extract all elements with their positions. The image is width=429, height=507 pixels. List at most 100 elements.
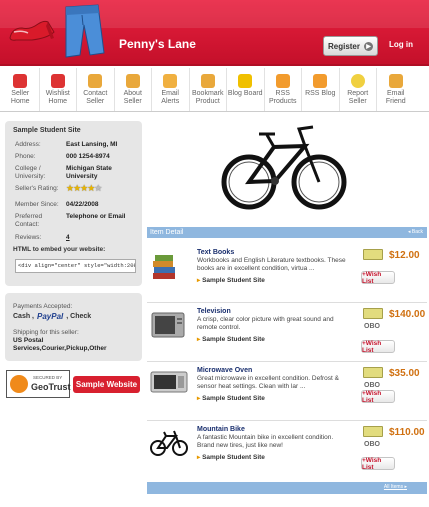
shop-title: Penny's Lane [119,37,196,51]
nav-item-blog-board[interactable]: Blog Board [227,68,265,111]
nav-label: About Seller [123,90,142,105]
featured-product-image [147,119,427,223]
folder-icon [125,74,140,88]
price-tag-icon [363,367,383,378]
geotrust-logo-icon [10,375,28,393]
nav-label: RSS Products [268,90,297,105]
star-rating: ★★★★★ [66,183,102,193]
list-item[interactable]: Television A crisp, clear color picture … [147,304,427,362]
embed-code-field[interactable]: <div align="center" style="width:208px [15,259,136,273]
reviews-link[interactable]: 4 [66,234,70,241]
toolbar-nav: Seller Home Wishlist Home Contact Seller… [0,68,429,112]
sample-website-badge[interactable]: Sample Website [73,376,140,393]
obo-label: OBO [364,323,380,330]
item-title[interactable]: Microwave Oven [197,367,252,374]
member-label: Member Since: [15,201,59,208]
reviews-label: Reviews: [15,234,42,241]
nav-label: Wishlist Home [45,90,70,105]
item-list-footer-bar: All Items ▸ [147,482,427,494]
shipping-label: Shipping for this seller: [13,329,79,336]
college-value: Michigan State University [66,165,112,180]
bookmark-icon [200,74,215,88]
item-price: $140.00 [389,309,426,320]
speech-icon [238,74,253,88]
shipping-value: US Postal Services,Courier,Pickup,Other [13,337,107,352]
nav-item-email-alerts[interactable]: Email Alerts [152,68,190,111]
item-seller-link[interactable]: Sample Student Site [197,276,265,284]
item-title[interactable]: Text Books [197,249,234,256]
add-to-wishlist-button[interactable]: +Wish List [361,340,395,354]
price-tag-icon [363,308,383,319]
phone-label: Phone: [15,153,36,160]
mail-icon [388,74,403,88]
tv-icon [151,312,185,338]
contact-label: Preferred Contact: [15,213,43,228]
register-label: Register [327,41,360,51]
payments-label: Payments Accepted: [13,303,73,310]
geotrust-secured: SECURED BY [33,375,63,380]
back-link[interactable]: ◂ Back [408,227,423,238]
nav-item-rss-products[interactable]: RSS Products [265,68,302,111]
add-to-wishlist-button[interactable]: +Wish List [361,457,395,471]
item-description: Workbooks and English Literature textboo… [197,257,346,272]
nav-label: Bookmark Product [191,90,224,105]
rss-icon [163,74,178,88]
list-item[interactable]: Mountain Bike A fantastic Mountain bike … [147,422,427,480]
header-banner: Penny's Lane Register ▶ Log in [0,0,429,66]
nav-item-rss-blog[interactable]: RSS Blog [302,68,340,111]
price-tag-icon [363,426,383,437]
add-to-wishlist-button[interactable]: +Wish List [361,271,395,285]
item-description: A fantastic Mountain bike in excellent c… [197,434,334,449]
add-to-wishlist-button[interactable]: +Wish List [361,390,395,404]
nav-item-about-seller[interactable]: About Seller [115,68,152,111]
item-price: $110.00 [389,427,425,438]
payment-box: Payments Accepted: Cash , PayPal , Check… [5,293,142,361]
nav-item-contact-seller[interactable]: Contact Seller [77,68,115,111]
nav-item-wishlist-home[interactable]: Wishlist Home [40,68,77,111]
geotrust-badge[interactable]: SECURED BY GeoTrust [6,370,71,398]
nav-item-report-seller[interactable]: Report Seller [340,68,377,111]
nav-label: Seller Home [10,90,30,105]
item-seller-link[interactable]: Sample Student Site [197,394,265,402]
item-title[interactable]: Mountain Bike [197,426,245,433]
payment-methods: Cash , PayPal , Check [13,312,91,321]
bulb-icon [350,74,365,88]
back-label: Back [411,229,423,235]
item-title[interactable]: Television [197,308,231,315]
seller-profile-box: Sample Student Site Address: East Lansin… [5,121,142,286]
item-price: $12.00 [389,250,420,261]
nav-item-email-friend[interactable]: Email Friend [377,68,415,111]
item-seller-link[interactable]: Sample Student Site [197,453,265,461]
embed-label: HTML to embed your website: [13,246,106,253]
address-label: Address: [15,141,41,148]
geotrust-name: GeoTrust [31,382,71,392]
rss-icon [275,74,290,88]
paypal-logo: PayPal [37,312,64,321]
nav-label: Blog Board [227,90,263,97]
item-description: A crisp, clear color picture with great … [197,316,334,331]
contact-value: Telephone or Email [66,213,126,220]
red-shoe-icon [9,20,55,41]
all-items-link[interactable]: All Items ▸ [384,484,407,490]
item-detail-bar: Item Detail ◂ Back [147,227,427,238]
list-item[interactable]: Text Books Workbooks and English Literat… [147,245,427,303]
mountain-bike-image [221,125,347,210]
item-price: $35.00 [389,368,420,379]
jeans-icon [65,4,105,58]
gift-icon [50,74,65,88]
nav-item-seller-home[interactable]: Seller Home [2,68,40,111]
address-value: East Lansing, MI [66,141,118,148]
item-seller-link[interactable]: Sample Student Site [197,335,265,343]
member-value: 04/22/2008 [66,201,99,208]
nav-item-bookmark-product[interactable]: Bookmark Product [190,68,227,111]
all-items-label: All Items [383,484,404,490]
books-icon [153,255,175,279]
list-item[interactable]: Microwave Oven Great microwave in excell… [147,363,427,421]
arrow-right-icon: ▸ [403,484,407,490]
nav-label: Report Seller [347,90,369,105]
item-description: Great microwave in excellent condition. … [197,375,339,390]
login-link[interactable]: Log in [389,40,413,49]
rss-icon [313,74,328,88]
obo-label: OBO [364,382,380,389]
register-button[interactable]: Register ▶ [323,36,378,56]
